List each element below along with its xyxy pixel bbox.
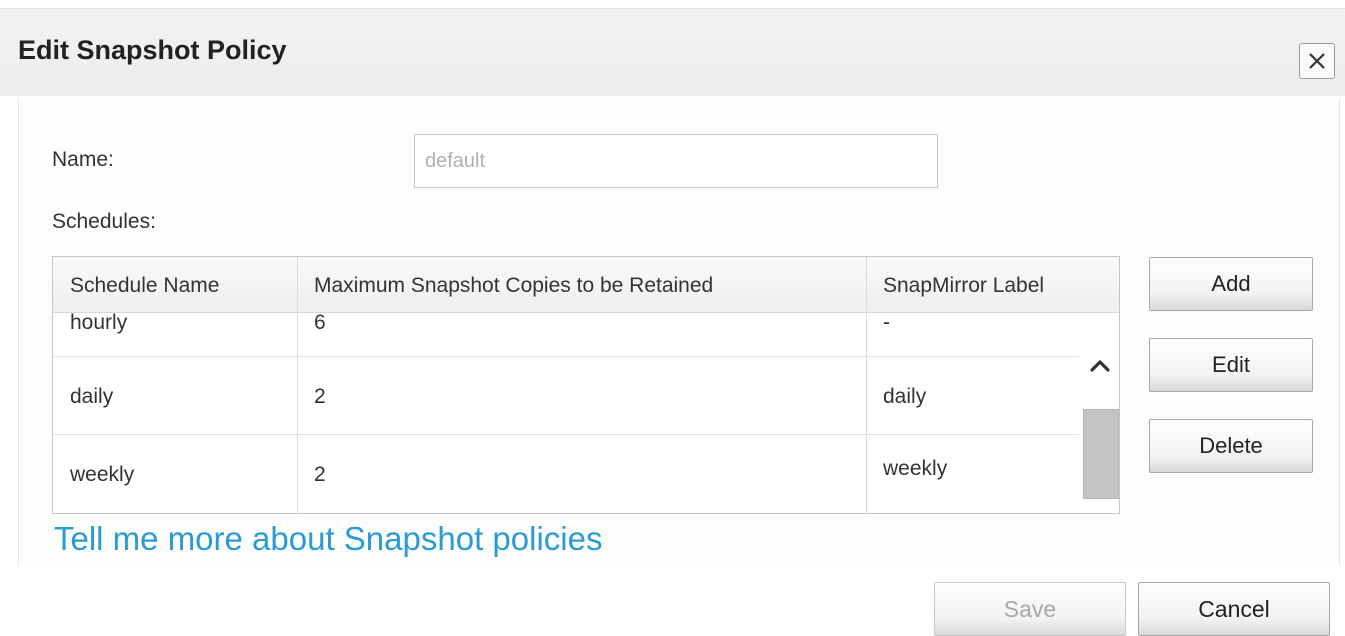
close-icon — [1309, 53, 1325, 69]
cancel-button[interactable]: Cancel — [1138, 582, 1330, 636]
cell-schedule-name: hourly — [70, 311, 128, 334]
schedules-label: Schedules: — [52, 210, 156, 233]
cell-schedule-name: daily — [70, 385, 114, 408]
cell-max-copies: 2 — [314, 385, 326, 408]
column-header-max-copies[interactable]: Maximum Snapshot Copies to be Retained — [314, 274, 713, 298]
close-button[interactable] — [1299, 43, 1335, 79]
cell-snapmirror-label: daily — [883, 385, 927, 408]
cell-schedule-name: weekly — [70, 463, 135, 486]
cell-max-copies: 6 — [314, 311, 326, 334]
dialog-titlebar: Edit Snapshot Policy — [0, 8, 1345, 96]
table-row[interactable]: hourly 6 - — [53, 311, 1081, 357]
name-input[interactable] — [414, 134, 938, 188]
column-header-schedule-name[interactable]: Schedule Name — [70, 274, 219, 298]
table-scrollbar[interactable] — [1079, 313, 1119, 513]
snapshot-policies-help-link[interactable]: Tell me more about Snapshot policies — [54, 520, 602, 558]
save-button[interactable]: Save — [934, 582, 1126, 636]
table-header: Schedule Name Maximum Snapshot Copies to… — [53, 257, 1119, 313]
schedules-table: Schedule Name Maximum Snapshot Copies to… — [52, 256, 1120, 514]
column-header-snapmirror-label[interactable]: SnapMirror Label — [883, 274, 1044, 298]
name-label: Name: — [52, 148, 114, 171]
scrollbar-thumb[interactable] — [1083, 409, 1119, 499]
chevron-up-icon[interactable] — [1089, 357, 1111, 373]
edit-button[interactable]: Edit — [1149, 338, 1313, 392]
edit-snapshot-policy-dialog: Edit Snapshot Policy Name: Schedules: Sc… — [0, 0, 1345, 636]
dialog-title: Edit Snapshot Policy — [18, 35, 287, 65]
table-row[interactable]: weekly 2 weekly — [53, 435, 1081, 513]
table-row[interactable]: daily 2 daily — [53, 357, 1081, 435]
add-button[interactable]: Add — [1149, 257, 1313, 311]
cell-max-copies: 2 — [314, 463, 326, 486]
cell-snapmirror-label: - — [883, 311, 890, 334]
cell-snapmirror-label: weekly — [883, 457, 948, 480]
delete-button[interactable]: Delete — [1149, 419, 1313, 473]
